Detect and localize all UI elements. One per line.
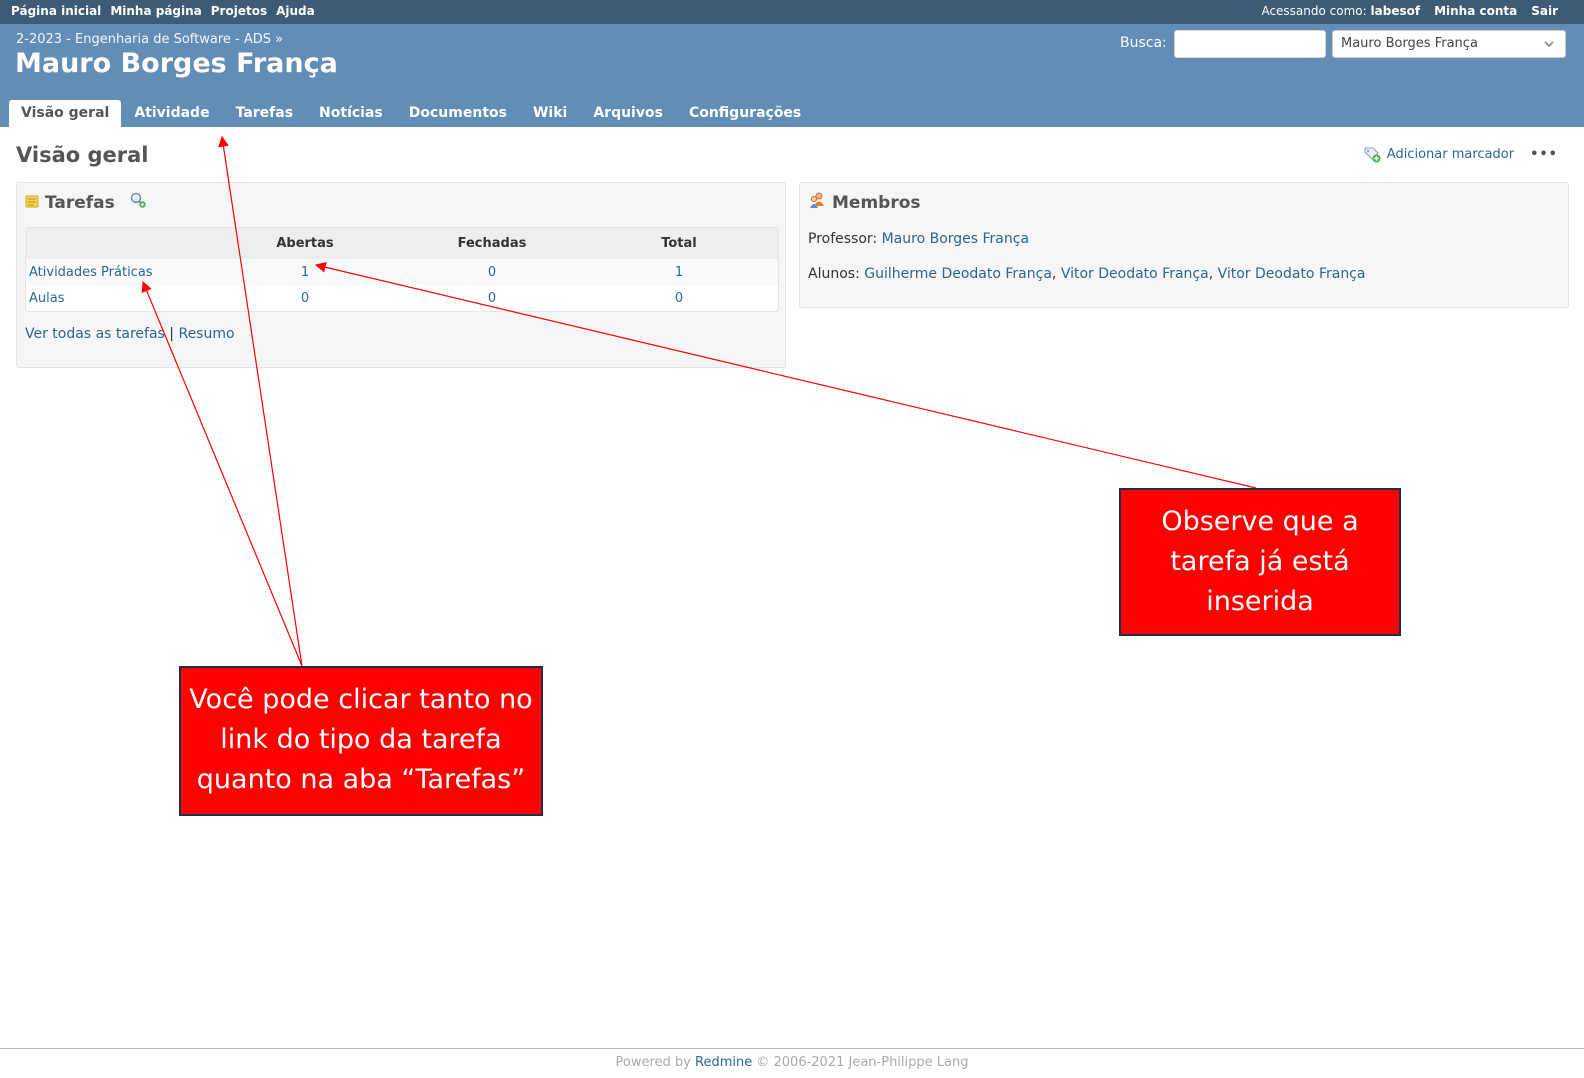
- column-header-total: Total: [661, 236, 697, 251]
- students-label: Alunos:: [808, 266, 860, 282]
- bookmark-add-icon[interactable]: [1363, 145, 1381, 163]
- top-menu-my-page[interactable]: Minha página: [110, 4, 201, 18]
- breadcrumb[interactable]: 2-2023 - Engenharia de Software - ADS »: [16, 32, 283, 47]
- tracker-link-aulas[interactable]: Aulas: [26, 291, 212, 306]
- members-box-header: Membros: [808, 191, 921, 214]
- project-jump-value: Mauro Borges França: [1341, 36, 1478, 51]
- add-bookmark-link[interactable]: Adicionar marcador: [1387, 147, 1514, 162]
- callout-click-hint: Você pode clicar tanto no link do tipo d…: [179, 666, 543, 816]
- table-row: Atividades Práticas 1 0 1: [26, 259, 778, 285]
- top-menu-projects[interactable]: Projetos: [211, 4, 267, 18]
- closed-count-link[interactable]: 0: [398, 265, 586, 280]
- logged-user[interactable]: labesof: [1371, 4, 1421, 18]
- links-separator: |: [169, 326, 175, 342]
- page-title: Visão geral: [16, 143, 149, 167]
- column-header-closed: Fechadas: [457, 236, 527, 251]
- members-professor-line: Professor: Mauro Borges França: [808, 231, 1029, 247]
- callout-task-inserted: Observe que a tarefa já está inserida: [1119, 488, 1401, 636]
- members-students-line: Alunos: Guilherme Deodato França, Vitor …: [808, 266, 1366, 282]
- total-count-link[interactable]: 0: [586, 291, 772, 306]
- logout-link[interactable]: Sair: [1531, 4, 1558, 18]
- tracker-link-atividades-praticas[interactable]: Atividades Práticas: [26, 265, 212, 280]
- project-jump-select[interactable]: Mauro Borges França: [1332, 30, 1566, 58]
- issues-box: Tarefas Abertas Fechadas Total Atividade…: [16, 182, 786, 368]
- search-input[interactable]: [1174, 30, 1326, 58]
- context-menu: Adicionar marcador •••: [1363, 145, 1558, 163]
- members-box: Membros Professor: Mauro Borges França A…: [799, 182, 1569, 308]
- tab-documents[interactable]: Documentos: [396, 100, 520, 127]
- redmine-link[interactable]: Redmine: [695, 1055, 752, 1070]
- project-title: Mauro Borges França: [15, 48, 338, 79]
- issues-box-header: Tarefas: [25, 191, 147, 214]
- top-menu-left: Página inicial Minha página Projetos Aju…: [11, 4, 315, 18]
- footer-copyright: © 2006-2021 Jean-Philippe Lang: [756, 1055, 969, 1070]
- tab-wiki[interactable]: Wiki: [520, 100, 580, 127]
- open-count-link[interactable]: 0: [212, 291, 398, 306]
- issues-summary-link[interactable]: Resumo: [178, 326, 234, 342]
- open-count-link[interactable]: 1: [212, 265, 398, 280]
- issues-icon: [25, 193, 39, 213]
- members-box-title: Membros: [832, 192, 921, 213]
- top-menu-help[interactable]: Ajuda: [276, 4, 315, 18]
- chevron-down-icon: [1543, 35, 1555, 56]
- top-menu: Página inicial Minha página Projetos Aju…: [0, 0, 1584, 24]
- student-link[interactable]: Guilherme Deodato França: [864, 266, 1052, 282]
- footer: Powered by Redmine © 2006-2021 Jean-Phil…: [0, 1048, 1584, 1078]
- top-menu-right: Acessando como: labesof Minha conta Sair: [1261, 4, 1558, 18]
- issues-query-icon[interactable]: [129, 191, 147, 214]
- tab-overview[interactable]: Visão geral: [9, 100, 122, 127]
- tab-files[interactable]: Arquivos: [580, 100, 676, 127]
- student-link[interactable]: Vitor Deodato França: [1061, 266, 1209, 282]
- issues-table-header: Abertas Fechadas Total: [26, 228, 778, 259]
- closed-count-link[interactable]: 0: [398, 291, 586, 306]
- issues-table: Abertas Fechadas Total Atividades Prátic…: [25, 227, 779, 312]
- view-all-issues-link[interactable]: Ver todas as tarefas: [25, 326, 165, 342]
- issues-box-title: Tarefas: [45, 192, 115, 213]
- professor-link[interactable]: Mauro Borges França: [882, 231, 1029, 247]
- search-label: Busca:: [1120, 35, 1167, 51]
- table-row: Aulas 0 0 0: [26, 285, 778, 311]
- logged-as: Acessando como: labesof: [1261, 4, 1421, 18]
- top-menu-home[interactable]: Página inicial: [11, 4, 101, 18]
- issues-links: Ver todas as tarefas | Resumo: [25, 326, 235, 342]
- professor-label: Professor:: [808, 231, 878, 247]
- student-link[interactable]: Vitor Deodato França: [1218, 266, 1366, 282]
- members-icon: [808, 191, 826, 214]
- more-actions-button[interactable]: •••: [1530, 147, 1558, 162]
- total-count-link[interactable]: 1: [586, 265, 772, 280]
- tab-activity[interactable]: Atividade: [121, 100, 222, 127]
- main-menu: Visão geral Atividade Tarefas Notícias D…: [9, 100, 814, 127]
- tab-news[interactable]: Notícias: [306, 100, 396, 127]
- tab-settings[interactable]: Configurações: [676, 100, 814, 127]
- column-header-open: Abertas: [276, 236, 334, 251]
- my-account-link[interactable]: Minha conta: [1434, 4, 1517, 18]
- footer-powered-by: Powered by: [615, 1055, 691, 1070]
- tab-issues[interactable]: Tarefas: [223, 100, 306, 127]
